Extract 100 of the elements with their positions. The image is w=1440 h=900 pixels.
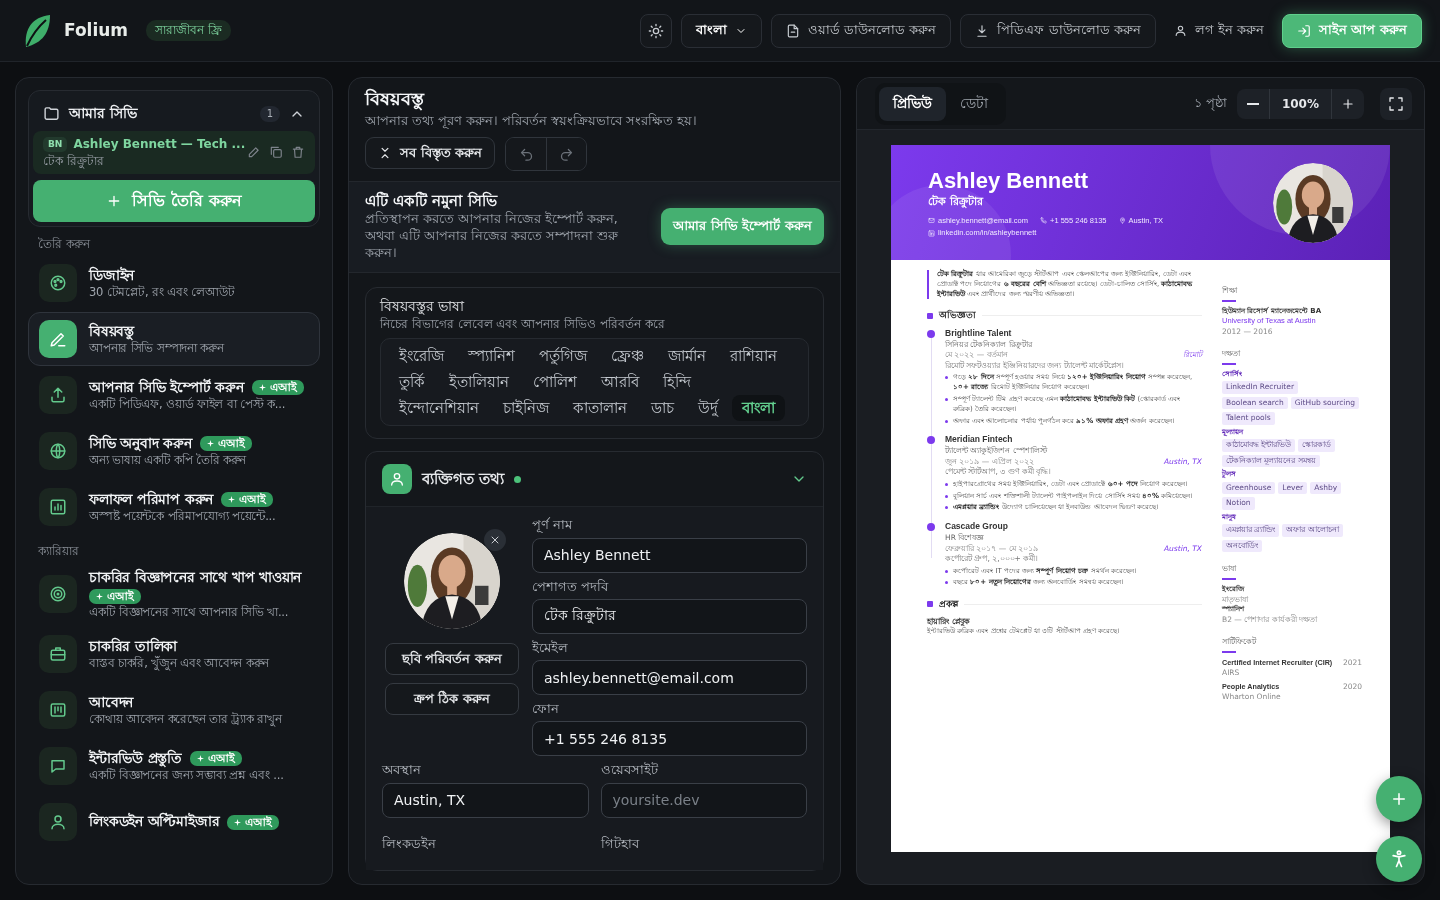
fullscreen-icon <box>1388 95 1404 112</box>
plus-icon <box>1341 96 1355 111</box>
input-field[interactable]: yoursite.dev <box>600 782 807 818</box>
accessibility-icon <box>1389 849 1409 869</box>
language-option[interactable]: হিন্দি <box>653 369 701 396</box>
language-option[interactable]: আরবি <box>591 369 649 396</box>
minus-icon <box>1246 102 1259 105</box>
sidebar-item[interactable]: চাকরির তালিকা বাস্তব চাকরি, খুঁজুন এবং আবেদন করুন <box>28 627 320 682</box>
cv-role: টেক রিক্রুটার <box>43 153 105 169</box>
sidebar-item[interactable]: ইন্টারভিউ প্রস্তুতি এআই একটি বিজ্ঞাপনের জন্য সম্ভাব্য প্রশ্ন এবং ... <box>28 739 320 794</box>
input-field[interactable]: Austin, TX <box>382 782 589 818</box>
language-option[interactable]: রাশিয়ান <box>720 343 787 370</box>
section-title: আমার সিভি <box>69 105 137 123</box>
view-tab[interactable]: প্রিভিউ <box>879 86 946 121</box>
bullet-dot <box>945 494 948 498</box>
language-option[interactable]: ডাচ <box>641 395 684 422</box>
pencil-icon <box>49 330 67 349</box>
item-title: লিংকডইন অপ্টিমাইজার <box>89 813 220 831</box>
language-dropdown[interactable]: বাংলা <box>681 13 763 48</box>
document-icon <box>786 23 801 38</box>
language-option[interactable]: স্প্যানিশ <box>458 343 525 370</box>
target-icon <box>49 585 67 604</box>
word-download-button[interactable]: ওয়ার্ড ডাউনলোড করুন <box>771 13 952 48</box>
theme-toggle-button[interactable] <box>640 13 673 48</box>
company-name: Meridian Fintech <box>945 434 1014 445</box>
app-logo-text: Folium <box>64 19 129 42</box>
change-photo-button[interactable]: ছবি পরিবর্তন করুন <box>385 643 519 676</box>
sidebar-item[interactable]: বিষয়বস্তু আপনার সিভি সম্পাদনা করুন <box>28 312 320 367</box>
language-option[interactable]: চাইনিজ <box>493 395 559 422</box>
language-option[interactable]: বাংলা <box>732 395 785 422</box>
language-option[interactable]: ইতালিয়ান <box>439 369 519 396</box>
sparkle-icon <box>258 383 266 391</box>
cv-list-item[interactable]: BN Ashley Bennett — Tech ... টেক রিক্রুটার <box>33 130 315 175</box>
item-description: বাস্তব চাকরি, খুঁজুন এবং আবেদন করুন <box>89 656 271 671</box>
input-field[interactable]: টেক রিক্রুটার <box>532 598 807 634</box>
field-label: লিংকডইন <box>382 835 437 852</box>
pencil-icon <box>247 145 261 160</box>
input-field[interactable]: Ashley Bennett <box>532 537 807 573</box>
sparkle-icon <box>206 439 214 447</box>
fix-crop-button[interactable]: ক্রপ ঠিক করুন <box>385 683 519 716</box>
sidebar-item[interactable]: আবেদন কোথায় আবেদন করেছেন তার ট্র্যাক রাখুন <box>28 683 320 738</box>
card-title: বিষয়বস্তুর ভাষা <box>380 297 466 315</box>
timeline-dot <box>927 436 935 445</box>
language-option[interactable]: জার্মান <box>658 343 716 370</box>
card-subtitle: নিচের বিভাগের লেবেল এবং আপনার সিভিও পরিবর্তন করে <box>380 317 666 332</box>
item-description: একটি বিজ্ঞাপনের জন্য সম্ভাব্য প্রশ্ন এবং ... <box>89 768 285 783</box>
language-badge: BN <box>43 136 68 152</box>
download-icon <box>975 23 990 38</box>
field-label: ওয়েবসাইট <box>600 762 659 779</box>
chat-bubble-icon <box>49 757 67 776</box>
language-option[interactable]: ইন্দোনেশিয়ান <box>389 395 489 422</box>
view-tab[interactable]: ডেটা <box>946 86 1002 121</box>
globe-icon <box>49 442 67 461</box>
bullet-dot <box>945 397 948 401</box>
redo-icon <box>559 146 575 162</box>
language-option[interactable]: তুর্কি <box>389 369 435 396</box>
expand-all-button[interactable]: সব বিস্তৃত করুন <box>365 137 496 170</box>
user-icon <box>49 813 67 832</box>
language-option[interactable]: উর্দু <box>688 395 728 422</box>
item-description: আপনার সিভি সম্পাদনা করুন <box>89 341 226 356</box>
section-heading: তৈরি করুন <box>38 237 92 253</box>
language-option[interactable]: পোলিশ <box>523 369 587 396</box>
fullscreen-button[interactable] <box>1380 87 1412 120</box>
copy-icon <box>269 145 283 160</box>
item-title: আপনার সিভি ইম্পোর্ট করুন <box>89 378 244 397</box>
sidebar-item[interactable]: ফলাফল পরিমাপ করুন এআই অস্পষ্ট পয়েন্টকে পরিমাপযোগ্য পয়েন্টে... <box>28 480 320 535</box>
language-option[interactable]: কাতালান <box>563 395 637 422</box>
sidebar-item[interactable]: সিভি অনুবাদ করুন এআই অন্য ভাষায় একটি কপি তৈরি করুন <box>28 424 320 479</box>
sparkle-icon <box>197 754 205 762</box>
timeline-dot <box>927 330 935 338</box>
item-description: একটি পিডিএফ, ওয়ার্ড ফাইল বা পেস্ট ক... <box>89 397 287 412</box>
language-option[interactable]: ফ্রেঞ্চ <box>601 343 654 370</box>
input-field[interactable]: ashley.bennett@email.com <box>532 660 807 696</box>
field-label: গিটহাব <box>600 835 641 852</box>
plan-badge: সারাজীবন ফ্রি <box>146 20 231 41</box>
remove-photo-button[interactable] <box>484 529 506 552</box>
bullet-dot <box>945 376 948 380</box>
collapse-arrows-icon <box>378 146 392 161</box>
item-description: কোথায় আবেদন করেছেন তার ট্র্যাক রাখুন <box>89 712 284 727</box>
login-button[interactable]: লগ ইন করুন <box>1164 13 1273 48</box>
pdf-download-button[interactable]: পিডিএফ ডাউনলোড করুন <box>960 13 1156 48</box>
user-icon <box>389 471 405 488</box>
item-description: অস্পষ্ট পয়েন্টকে পরিমাপযোগ্য পয়েন্টে... <box>89 509 277 524</box>
bullet-dot <box>945 569 948 573</box>
bullet-dot <box>945 506 948 510</box>
sidebar-item[interactable]: চাকরির বিজ্ঞাপনের সাথে খাপ খাওয়ান এআই একটি বিজ্ঞাপনের সাথে আপনার সিভি খা... <box>28 563 320 626</box>
sidebar-item[interactable]: লিংকডইন অপ্টিমাইজার এআই <box>28 795 320 850</box>
cv-name: Ashley Bennett — Tech ... <box>73 136 246 152</box>
sidebar-item[interactable]: ডিজাইন 30 টেমপ্লেট, রং এবং লেআউট <box>28 256 320 311</box>
sun-icon <box>648 22 665 39</box>
card-title: ব্যক্তিগত তথ্য <box>422 470 505 489</box>
phone-icon <box>1040 217 1048 225</box>
sidebar-item[interactable]: আপনার সিভি ইম্পোর্ট করুন এআই একটি পিডিএফ, ওয়ার্ড ফাইল বা পেস্ট ক... <box>28 368 320 423</box>
timeline-dot <box>927 523 935 532</box>
language-option[interactable]: ইংরেজি <box>389 343 454 370</box>
location-pin-icon <box>1118 217 1126 225</box>
language-option[interactable]: পর্তুগিজ <box>529 343 597 370</box>
ai-badge: এআই <box>190 750 243 766</box>
input-field[interactable]: +1 555 246 8135 <box>532 721 807 757</box>
company-name: Cascade Group <box>945 521 1009 533</box>
